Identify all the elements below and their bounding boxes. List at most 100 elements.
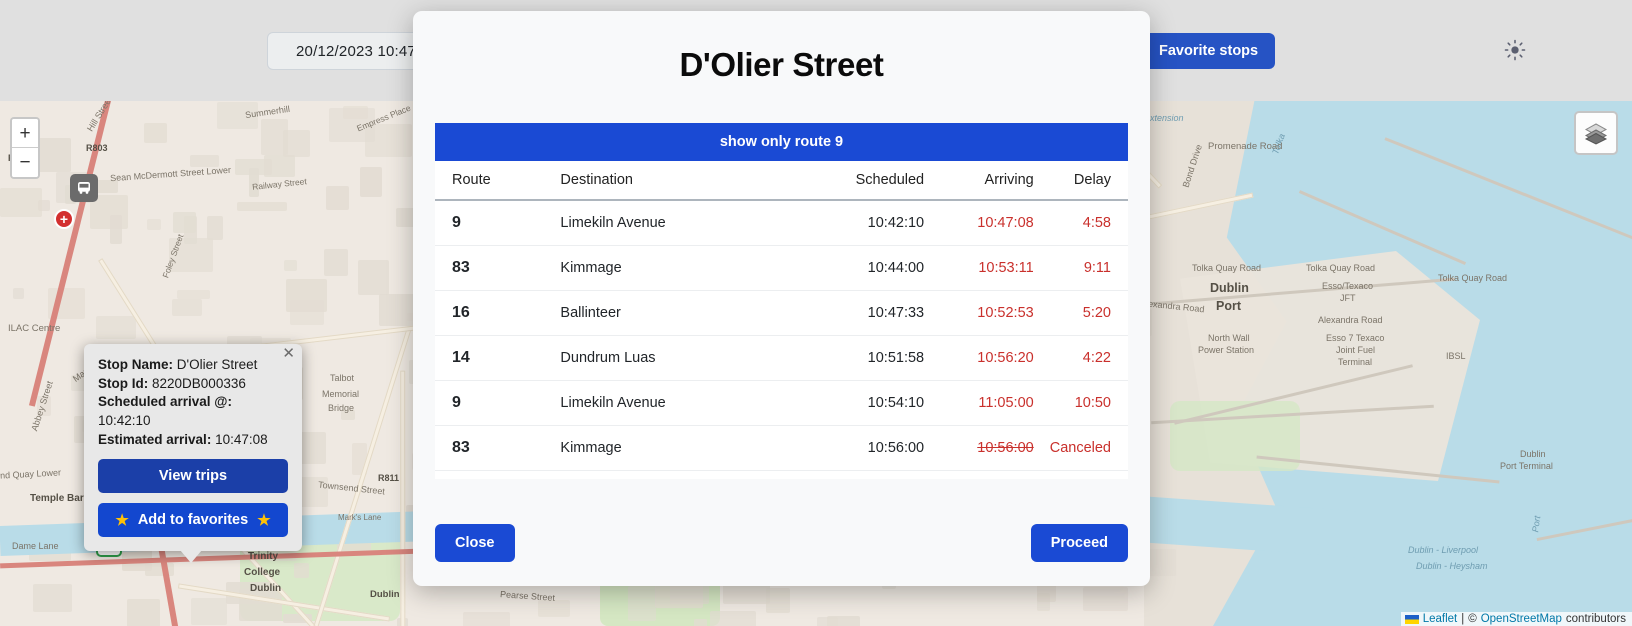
close-button[interactable]: Close bbox=[435, 524, 515, 562]
cell-delay: on time bbox=[1041, 470, 1128, 479]
popup-stop-name-label: Stop Name bbox=[98, 357, 169, 372]
map-building bbox=[628, 585, 657, 622]
table-row[interactable]: 83 Kimmage 10:44:00 10:53:11 9:11 bbox=[435, 245, 1128, 291]
popup-stop-name-value: D'Olier Street bbox=[176, 357, 258, 372]
table-row[interactable]: 9 Limekiln Avenue 10:54:10 11:05:00 10:50 bbox=[435, 380, 1128, 426]
plus-stop-icon: + bbox=[54, 209, 74, 229]
map-building bbox=[36, 395, 52, 417]
arrivals-table-scroll[interactable]: Route Destination Scheduled Arriving Del… bbox=[435, 161, 1128, 479]
cell-arriving: 10:53:11 bbox=[932, 245, 1042, 291]
modal-footer: Close Proceed bbox=[413, 504, 1150, 586]
cell-scheduled: 10:59:33 bbox=[822, 470, 933, 479]
map-building bbox=[1083, 587, 1128, 611]
zoom-out-button[interactable]: − bbox=[12, 148, 38, 177]
map-building bbox=[147, 218, 162, 230]
popup-stop-name: Stop Name: D'Olier Street bbox=[98, 357, 258, 372]
cell-route: 14 bbox=[435, 335, 553, 381]
arrivals-table-head: Route Destination Scheduled Arriving Del… bbox=[435, 161, 1128, 201]
map-building bbox=[261, 119, 288, 155]
map-building bbox=[324, 248, 348, 277]
layers-control[interactable] bbox=[1574, 111, 1618, 155]
popup-stop-id: Stop Id: 8220DB000336 bbox=[98, 375, 246, 391]
table-row[interactable]: 14 Dundrum Luas 10:51:58 10:56:20 4:22 bbox=[435, 335, 1128, 381]
zoom-control[interactable]: + − bbox=[10, 117, 40, 179]
map-building bbox=[263, 155, 296, 178]
map-building bbox=[1036, 592, 1051, 611]
cell-destination: Dundrum Luas bbox=[552, 335, 823, 381]
app-root: Hill StreetSummerhillEmpress PlaceR803R1… bbox=[0, 0, 1632, 626]
cell-scheduled: 10:47:33 bbox=[822, 290, 933, 336]
stop-marker-add[interactable]: + bbox=[54, 209, 74, 229]
cell-destination: Kimmage bbox=[552, 245, 823, 291]
map-building bbox=[326, 186, 349, 211]
map-building bbox=[33, 583, 73, 613]
openstreetmap-link[interactable]: OpenStreetMap bbox=[1481, 613, 1562, 625]
stop-popup: ✕ Stop Name: D'Olier Street Stop Id: 822… bbox=[84, 344, 302, 564]
popup-scheduled-value: 10:42:10 bbox=[98, 412, 151, 428]
map-building bbox=[285, 279, 328, 313]
map-building bbox=[340, 409, 355, 421]
add-to-favorites-button[interactable]: ★ Add to favorites ★ bbox=[98, 503, 288, 538]
cell-route: 83 bbox=[435, 245, 553, 291]
ukraine-flag-icon bbox=[1404, 614, 1419, 624]
map-building bbox=[0, 187, 42, 217]
popup-estimated-value: 10:47:08 bbox=[215, 431, 268, 447]
cell-destination: Ballinteer bbox=[552, 470, 823, 479]
cell-route: 9 bbox=[435, 380, 553, 426]
popup-stop-id-value: 8220DB000336 bbox=[152, 375, 246, 391]
cell-destination: Limekiln Avenue bbox=[552, 380, 823, 426]
map-building bbox=[709, 611, 757, 626]
show-only-route-button[interactable]: show only route 9 bbox=[435, 123, 1128, 161]
arrivals-table: Route Destination Scheduled Arriving Del… bbox=[435, 161, 1128, 479]
map-building bbox=[358, 259, 390, 296]
map-road bbox=[399, 370, 406, 626]
map-building bbox=[693, 619, 707, 626]
arrivals-table-body: 9 Limekiln Avenue 10:42:10 10:47:08 4:58 83 Ki… bbox=[435, 200, 1128, 479]
cell-scheduled: 10:54:10 bbox=[822, 380, 933, 426]
map-building bbox=[143, 122, 167, 143]
theme-toggle-button[interactable] bbox=[1500, 35, 1530, 65]
bus-marker[interactable] bbox=[70, 174, 98, 202]
map-attribution: Leaflet | © OpenStreetMap contributors bbox=[1400, 612, 1632, 626]
zoom-in-button[interactable]: + bbox=[12, 119, 38, 148]
attribution-separator: | bbox=[1461, 613, 1465, 625]
map-building bbox=[364, 123, 412, 158]
proceed-button[interactable]: Proceed bbox=[1030, 524, 1128, 562]
cell-arriving: 10:56:00 bbox=[932, 425, 1042, 471]
map-building bbox=[217, 101, 259, 130]
popup-stop-id-label: Stop Id bbox=[98, 375, 144, 391]
cell-destination: Ballinteer bbox=[552, 290, 823, 336]
table-row[interactable]: 83 Kimmage 10:56:00 10:56:00 Canceled bbox=[435, 425, 1128, 471]
cell-delay: 5:20 bbox=[1041, 290, 1128, 336]
map-building bbox=[206, 215, 224, 241]
cell-scheduled: 10:56:00 bbox=[822, 425, 933, 471]
cell-delay: Canceled bbox=[1041, 425, 1128, 471]
copyright-symbol: © bbox=[1468, 613, 1477, 625]
table-row[interactable]: 16Ballinteer10:59:33on timeon time bbox=[435, 470, 1128, 479]
favorite-stops-button[interactable]: Favorite stops bbox=[1142, 33, 1276, 69]
map-building bbox=[294, 563, 309, 578]
cell-arriving: 10:52:53 bbox=[932, 290, 1042, 336]
map-building bbox=[462, 611, 510, 626]
close-icon[interactable]: ✕ bbox=[282, 346, 295, 361]
popup-estimated: Estimated arrival: 10:47:08 bbox=[98, 431, 268, 447]
star-icon: ★ bbox=[115, 512, 129, 530]
sun-icon bbox=[1504, 39, 1526, 61]
map-building bbox=[343, 106, 368, 119]
map-building bbox=[248, 168, 260, 198]
map-building bbox=[236, 201, 287, 212]
cell-arriving: 11:05:00 bbox=[932, 380, 1042, 426]
map-building bbox=[189, 155, 220, 167]
table-row[interactable]: 16 Ballinteer 10:47:33 10:52:53 5:20 bbox=[435, 290, 1128, 336]
cell-destination: Kimmage bbox=[552, 425, 823, 471]
add-to-favorites-label: Add to favorites bbox=[137, 512, 249, 529]
view-trips-button[interactable]: View trips bbox=[98, 459, 288, 494]
table-row[interactable]: 9 Limekiln Avenue 10:42:10 10:47:08 4:58 bbox=[435, 200, 1128, 246]
cell-scheduled: 10:42:10 bbox=[822, 200, 933, 246]
cell-delay: 9:11 bbox=[1041, 245, 1128, 291]
popup-scheduled-label: Scheduled arrival @ bbox=[98, 394, 228, 410]
cell-scheduled: 10:44:00 bbox=[822, 245, 933, 291]
map-building bbox=[171, 299, 202, 317]
leaflet-link[interactable]: Leaflet bbox=[1423, 613, 1458, 625]
map-building bbox=[12, 287, 24, 300]
